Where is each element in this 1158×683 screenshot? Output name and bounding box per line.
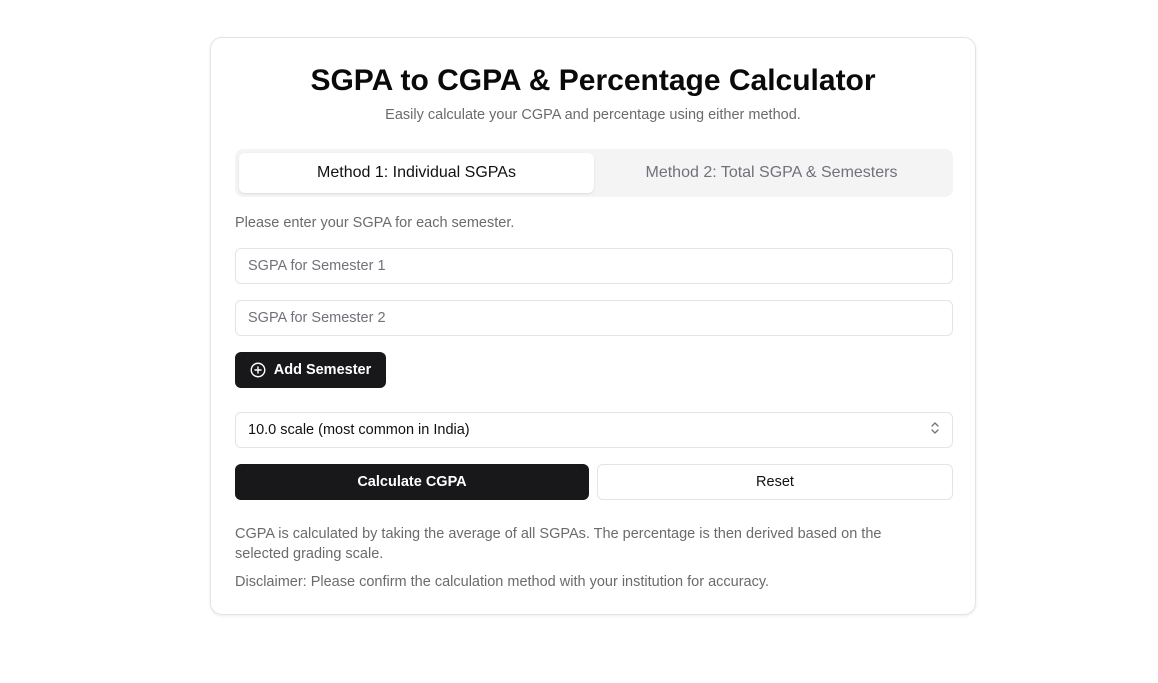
plus-circle-icon: [250, 362, 266, 378]
grading-scale-value: 10.0 scale (most common in India): [248, 422, 470, 438]
calculation-info-text: CGPA is calculated by taking the average…: [235, 526, 882, 562]
reset-button[interactable]: Reset: [597, 464, 953, 500]
tab-method-1[interactable]: Method 1: Individual SGPAs: [239, 153, 594, 193]
sgpa-semester-2-input[interactable]: [235, 300, 953, 336]
chevron-up-down-icon: [930, 421, 940, 439]
calculate-cgpa-button[interactable]: Calculate CGPA: [235, 464, 589, 500]
calculator-card: SGPA to CGPA & Percentage Calculator Eas…: [210, 37, 976, 615]
sgpa-semester-1-input[interactable]: [235, 248, 953, 284]
page-subtitle: Easily calculate your CGPA and percentag…: [385, 107, 801, 123]
disclaimer-text: Disclaimer: Please confirm the calculati…: [235, 574, 770, 590]
grading-scale-select[interactable]: 10.0 scale (most common in India): [235, 412, 953, 448]
page-title: SGPA to CGPA & Percentage Calculator: [310, 64, 876, 97]
add-semester-button[interactable]: Add Semester: [235, 352, 386, 388]
add-semester-label: Add Semester: [273, 362, 372, 378]
method-tabs: Method 1: Individual SGPAs Method 2: Tot…: [235, 149, 953, 197]
tab-method-2[interactable]: Method 2: Total SGPA & Semesters: [594, 153, 949, 193]
instruction-text: Please enter your SGPA for each semester…: [235, 215, 515, 231]
